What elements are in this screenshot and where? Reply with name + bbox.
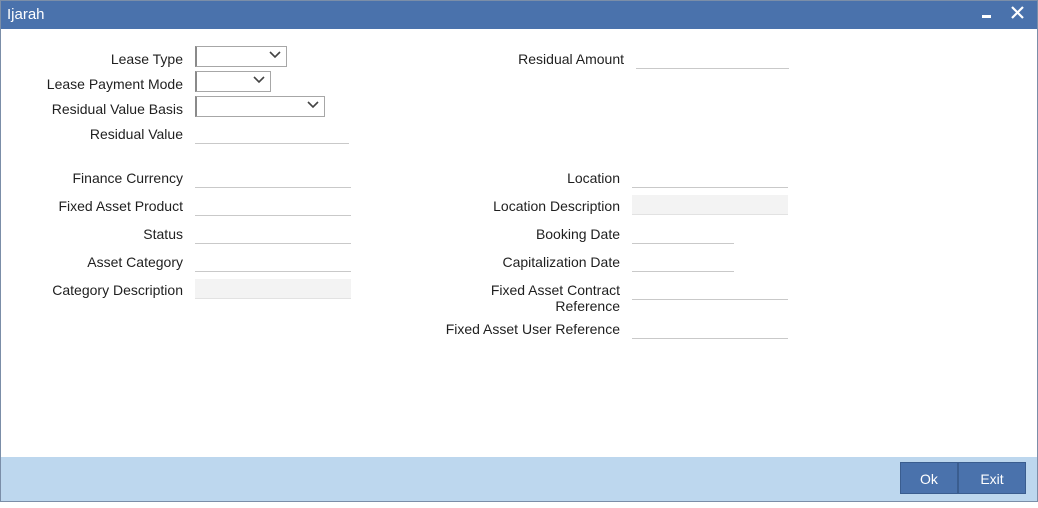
exit-button[interactable]: Exit (958, 462, 1026, 494)
ok-button[interactable]: Ok (900, 462, 958, 494)
residual-value-basis-label: Residual Value Basis (51, 101, 183, 117)
fixed-asset-contract-reference-label-line2: Reference (555, 298, 620, 314)
chevron-down-icon (253, 76, 265, 84)
lease-payment-mode-label: Lease Payment Mode (46, 76, 183, 92)
location-description-input (632, 195, 788, 215)
fixed-asset-contract-reference-label-line1: Fixed Asset Contract (490, 282, 620, 298)
finance-currency-label: Finance Currency (72, 170, 184, 186)
booking-date-label: Booking Date (535, 226, 620, 242)
fixed-asset-user-reference-label: Fixed Asset User Reference (445, 321, 620, 337)
status-input[interactable] (195, 224, 351, 244)
residual-value-input[interactable] (195, 124, 349, 144)
capitalization-date-input[interactable] (632, 252, 734, 272)
capitalization-date-label: Capitalization Date (502, 254, 620, 270)
booking-date-input[interactable] (632, 224, 734, 244)
lease-type-select[interactable] (195, 46, 287, 67)
chevron-down-icon (269, 51, 281, 59)
location-description-label: Location Description (493, 198, 620, 214)
chevron-down-icon (307, 101, 319, 109)
finance-currency-input[interactable] (195, 168, 351, 188)
residual-amount-input[interactable] (636, 49, 789, 69)
fixed-asset-contract-reference-input[interactable] (632, 280, 788, 300)
asset-category-input[interactable] (195, 252, 351, 272)
ijarah-window: Ijarah Lease Type Lease Payment Mode Res… (0, 0, 1038, 502)
location-input[interactable] (632, 168, 788, 188)
category-description-input (195, 279, 351, 299)
lease-payment-mode-select[interactable] (195, 71, 271, 92)
minimize-icon[interactable] (976, 3, 998, 25)
title-bar: Ijarah (1, 1, 1037, 29)
lease-type-label: Lease Type (110, 51, 183, 67)
close-icon[interactable] (1007, 3, 1029, 25)
fixed-asset-user-reference-input[interactable] (632, 319, 788, 339)
category-description-label: Category Description (52, 282, 183, 298)
residual-amount-label: Residual Amount (518, 51, 624, 67)
fixed-asset-product-input[interactable] (195, 196, 351, 216)
fixed-asset-product-label: Fixed Asset Product (58, 198, 183, 214)
window-title: Ijarah (7, 6, 45, 23)
asset-category-label: Asset Category (87, 254, 183, 270)
location-label: Location (567, 170, 620, 186)
residual-value-basis-select[interactable] (195, 96, 325, 117)
status-label: Status (143, 226, 183, 242)
residual-value-label: Residual Value (89, 126, 183, 142)
fixed-asset-contract-reference-label: Fixed Asset Contract Reference (441, 282, 620, 314)
footer-bar: Ok Exit (1, 457, 1037, 501)
